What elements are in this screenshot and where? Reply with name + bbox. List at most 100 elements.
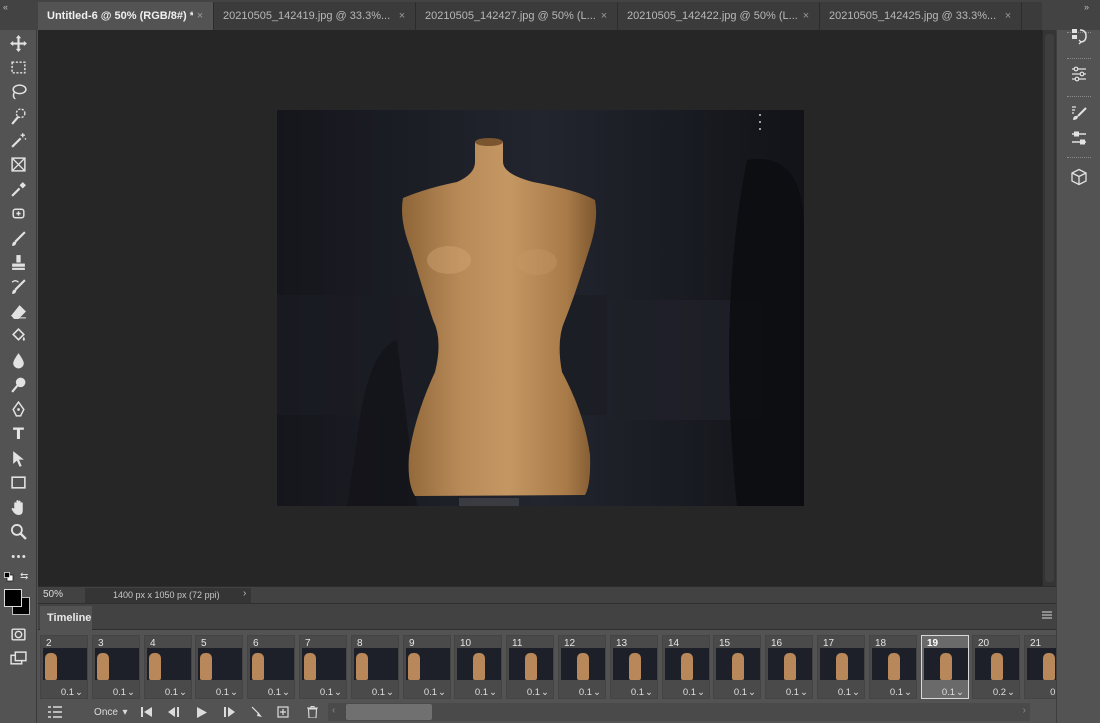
timeline-frame[interactable]: 6 0.1⌄: [247, 635, 295, 699]
timeline-frame[interactable]: 10 0.1⌄: [454, 635, 502, 699]
properties-icon[interactable]: [1067, 126, 1091, 150]
move-icon[interactable]: [7, 32, 30, 54]
frame-delay-select[interactable]: 0.1⌄: [579, 687, 601, 698]
timeline-options-icon[interactable]: [46, 703, 64, 721]
frame-delay-select[interactable]: 0.1⌄: [838, 687, 860, 698]
eyedropper-icon[interactable]: [7, 178, 30, 200]
quick-mask-icon[interactable]: [7, 623, 30, 645]
frame-delay-select[interactable]: 0.1⌄: [527, 687, 549, 698]
panel-menu-icon[interactable]: [1042, 611, 1052, 622]
default-colors-icon[interactable]: [4, 572, 14, 582]
timeline-frame[interactable]: 16 0.1⌄: [765, 635, 813, 699]
zoom-icon[interactable]: [7, 520, 30, 542]
frame-icon[interactable]: [7, 153, 30, 175]
timeline-frame[interactable]: 2 0.1⌄: [40, 635, 88, 699]
lasso-icon[interactable]: [7, 80, 30, 102]
close-icon[interactable]: ×: [597, 10, 611, 22]
dodge-icon[interactable]: [7, 373, 30, 395]
scrollbar-thumb[interactable]: [1045, 34, 1054, 582]
clone-stamp-icon[interactable]: [7, 251, 30, 273]
frame-delay-select[interactable]: 0.1⌄: [475, 687, 497, 698]
vertical-scrollbar[interactable]: [1042, 30, 1056, 586]
duplicate-frame-icon[interactable]: [275, 703, 291, 721]
marquee-icon[interactable]: [7, 56, 30, 78]
frame-delay-select[interactable]: 0.1⌄: [216, 687, 238, 698]
blur-icon[interactable]: [7, 349, 30, 371]
close-icon[interactable]: ×: [193, 10, 207, 22]
timeline-frame[interactable]: 8 0.1⌄: [351, 635, 399, 699]
timeline-frame[interactable]: 4 0.1⌄: [144, 635, 192, 699]
close-icon[interactable]: ×: [1001, 10, 1015, 22]
frame-delay-select[interactable]: 0.1⌄: [61, 687, 83, 698]
timeline-frame[interactable]: 14 0.1⌄: [662, 635, 710, 699]
timeline-frame[interactable]: 17 0.1⌄: [817, 635, 865, 699]
more-tools-icon[interactable]: [7, 545, 30, 567]
document-tab-142425[interactable]: 20210505_142425.jpg @ 33.3%... ×: [820, 2, 1022, 30]
3d-icon[interactable]: [1067, 165, 1091, 189]
timeline-frame[interactable]: 9 0.1⌄: [403, 635, 451, 699]
magic-wand-icon[interactable]: [7, 129, 30, 151]
timeline-frame[interactable]: 11 0.1⌄: [506, 635, 554, 699]
timeline-frame[interactable]: 18 0.1⌄: [869, 635, 917, 699]
frame-delay-select[interactable]: 0.1⌄: [942, 687, 964, 698]
timeline-frame[interactable]: 20 0.2⌄: [972, 635, 1020, 699]
foreground-color-swatch[interactable]: [4, 589, 22, 607]
frame-delay-select[interactable]: 0.1⌄: [631, 687, 653, 698]
timeline-frame[interactable]: 7 0.1⌄: [299, 635, 347, 699]
canvas-area[interactable]: [38, 30, 1042, 586]
quick-select-icon[interactable]: [7, 105, 30, 127]
pen-icon[interactable]: [7, 398, 30, 420]
frame-delay-select[interactable]: 0.1⌄: [424, 687, 446, 698]
hand-icon[interactable]: [7, 496, 30, 518]
timeline-frame[interactable]: 15 0.1⌄: [713, 635, 761, 699]
document-tab-142419[interactable]: 20210505_142419.jpg @ 33.3%... ×: [214, 2, 416, 30]
history-brush-icon[interactable]: [7, 275, 30, 297]
timeline-frame[interactable]: 12 0.1⌄: [558, 635, 606, 699]
frame-delay-select[interactable]: 0.1⌄: [786, 687, 808, 698]
chevron-right-icon[interactable]: ›: [243, 588, 246, 599]
frame-delay-select[interactable]: 0.1⌄: [268, 687, 290, 698]
chevron-down-icon[interactable]: ▾: [118, 703, 132, 721]
frame-delay-select[interactable]: 0.1⌄: [113, 687, 135, 698]
document-image-mannequin[interactable]: [277, 110, 804, 506]
path-select-icon[interactable]: [7, 447, 30, 469]
document-tab-142422[interactable]: 20210505_142422.jpg @ 50% (L... ×: [618, 2, 820, 30]
collapse-toolbar-icon[interactable]: «: [3, 2, 8, 12]
scroll-left-icon[interactable]: ‹: [332, 705, 335, 716]
rectangle-icon[interactable]: [7, 471, 30, 493]
type-icon[interactable]: T: [7, 422, 30, 444]
collapse-panels-icon[interactable]: »: [1084, 2, 1089, 12]
frame-delay-select[interactable]: 0.1⌄: [734, 687, 756, 698]
adjustments-icon[interactable]: [1067, 62, 1091, 86]
screen-mode-icon[interactable]: [7, 647, 30, 669]
close-icon[interactable]: ×: [395, 10, 409, 22]
frame-delay-select[interactable]: 0.2⌄: [993, 687, 1015, 698]
timeline-frame[interactable]: 210.⌄: [1024, 635, 1058, 699]
frame-delay-select[interactable]: 0.1⌄: [372, 687, 394, 698]
scroll-right-icon[interactable]: ›: [1023, 705, 1026, 716]
paint-bucket-icon[interactable]: [7, 324, 30, 346]
timeline-frame[interactable]: 5 0.1⌄: [195, 635, 243, 699]
eraser-icon[interactable]: [7, 300, 30, 322]
swap-colors-icon[interactable]: ⇆: [20, 571, 31, 582]
frame-delay-select[interactable]: 0.1⌄: [165, 687, 187, 698]
frame-delay-select[interactable]: 0.1⌄: [320, 687, 342, 698]
history-icon[interactable]: [1067, 24, 1091, 48]
brush-settings-icon[interactable]: [1067, 101, 1091, 125]
healing-brush-icon[interactable]: [7, 202, 30, 224]
timeline-scroll-thumb[interactable]: [346, 704, 432, 720]
timeline-scrollbar[interactable]: ‹ ›: [328, 703, 1030, 721]
frame-delay-select[interactable]: 0.1⌄: [890, 687, 912, 698]
timeline-frame[interactable]: 19 0.1⌄: [921, 635, 969, 699]
timeline-tab[interactable]: Timeline: [40, 606, 92, 630]
delete-frame-icon[interactable]: [304, 703, 320, 721]
document-tab-142427[interactable]: 20210505_142427.jpg @ 50% (L... ×: [416, 2, 618, 30]
document-tab-untitled-6[interactable]: Untitled-6 @ 50% (RGB/8#) * ×: [38, 2, 214, 30]
brush-icon[interactable]: [7, 227, 30, 249]
tween-icon[interactable]: [249, 703, 265, 721]
timeline-frame[interactable]: 3 0.1⌄: [92, 635, 140, 699]
first-frame-icon[interactable]: [138, 703, 154, 721]
close-icon[interactable]: ×: [799, 10, 813, 22]
zoom-field[interactable]: 50%: [43, 588, 81, 602]
previous-frame-icon[interactable]: [165, 703, 181, 721]
